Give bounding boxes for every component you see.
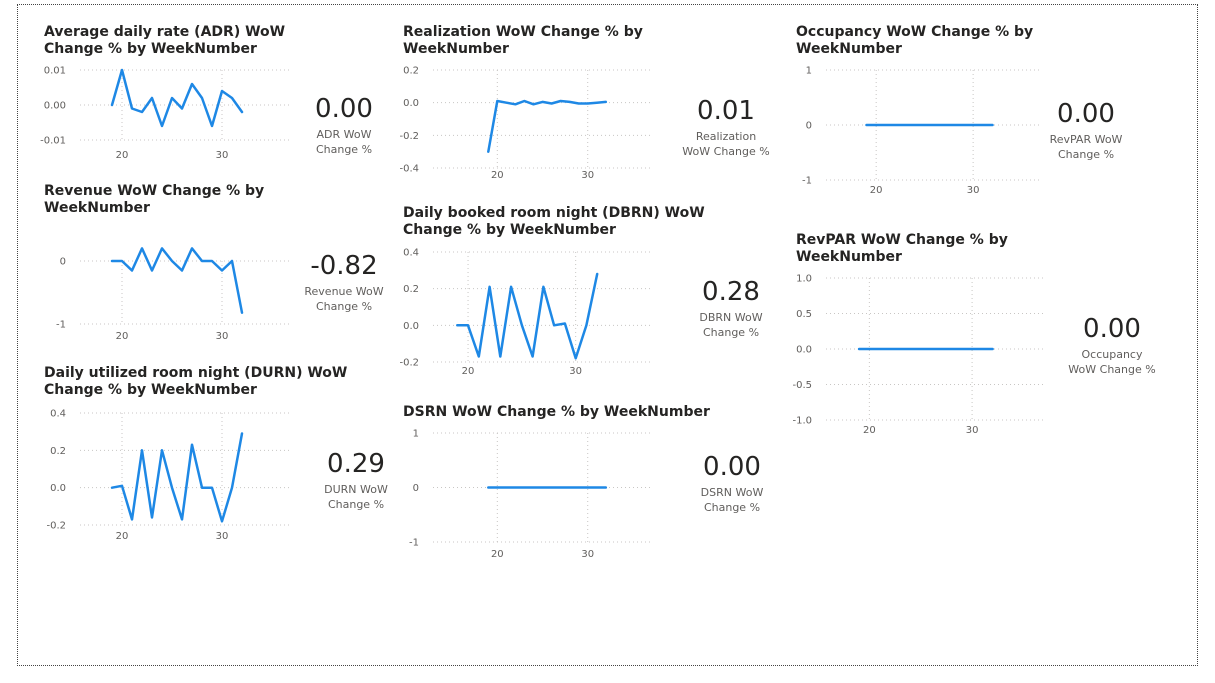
kpi-label: Revenue WoW Change %	[304, 285, 384, 313]
y-tick-label: 1.0	[796, 274, 812, 285]
dbrn-visual[interactable]: Daily booked room night (DBRN) WoW Chang…	[399, 205, 783, 385]
y-tick-label: 0.00	[44, 101, 66, 112]
y-tick-label: 0.0	[403, 98, 419, 109]
kpi-label: Occupancy WoW Change %	[1068, 348, 1156, 376]
series-line	[110, 247, 244, 314]
revpar-line-chart[interactable]: 1.0 0.5 0.0 -0.5 -1.0 20 30	[792, 274, 1046, 440]
y-tick-label: 1	[413, 429, 419, 440]
x-tick-label: 30	[569, 366, 582, 377]
y-tick-label: 0.0	[796, 345, 812, 356]
x-tick-label: 20	[863, 425, 876, 436]
kpi-value: 0.28	[702, 277, 760, 307]
adr-visual[interactable]: Average daily rate (ADR) WoW Change % by…	[40, 24, 384, 164]
kpi-value: 0.01	[697, 96, 755, 126]
revpar-visual[interactable]: RevPAR WoW Change % by WeekNumber 1.0 0.5…	[792, 232, 1176, 442]
x-tick-label: 20	[491, 549, 504, 560]
chart-title: Average daily rate (ADR) WoW Change % by…	[44, 24, 286, 57]
y-tick-label: 0.4	[403, 248, 419, 259]
y-tick-label: 0.01	[44, 66, 66, 77]
x-tick-label: 20	[116, 331, 129, 342]
kpi-value: 0.00	[1057, 99, 1115, 129]
x-tick-label: 20	[116, 150, 129, 161]
series-line	[456, 272, 599, 360]
y-tick-label: -0.2	[46, 521, 66, 532]
y-tick-label: -1.0	[792, 416, 812, 427]
kpi-label: DURN WoW Change %	[324, 483, 388, 511]
x-tick-label: 20	[491, 170, 504, 181]
y-tick-label: 0.2	[403, 284, 419, 295]
y-tick-label: -1	[56, 320, 66, 331]
y-tick-label: -0.01	[40, 136, 66, 147]
x-tick-label: 30	[216, 331, 229, 342]
y-tick-label: 0.2	[403, 66, 419, 77]
kpi-label: DBRN WoW Change %	[699, 311, 763, 339]
kpi-label: ADR WoW Change %	[315, 128, 373, 156]
y-tick-label: -0.2	[399, 358, 419, 369]
y-tick-label: -0.2	[399, 131, 419, 142]
adr-line-chart[interactable]: 0.01 0.00 -0.01 20 30	[40, 66, 294, 168]
y-tick-label: -1	[409, 538, 419, 549]
x-tick-label: 30	[966, 425, 979, 436]
chart-title: Daily utilized room night (DURN) WoW Cha…	[44, 365, 348, 398]
revenue-visual[interactable]: Revenue WoW Change % by WeekNumber 0 -1 20…	[44, 183, 384, 343]
kpi-value: 0.00	[315, 94, 373, 124]
kpi-label: RevPAR WoW Change %	[1049, 133, 1123, 161]
chart-title: Occupancy WoW Change % by WeekNumber	[796, 24, 1034, 57]
durn-line-chart[interactable]: 0.4 0.2 0.0 -0.2 20 30	[44, 409, 294, 542]
occupancy-kpi-card: 0.00 RevPAR WoW Change %	[1036, 99, 1136, 162]
chart-title: Revenue WoW Change % by WeekNumber	[44, 183, 265, 216]
realization-line-chart[interactable]: 0.2 0.0 -0.2 -0.4 20 30	[399, 66, 653, 188]
kpi-value: -0.82	[310, 251, 378, 281]
y-tick-label: 0	[806, 121, 812, 132]
y-tick-label: 1	[806, 66, 812, 77]
y-tick-label: -0.5	[792, 380, 812, 391]
y-tick-label: -1	[802, 176, 812, 187]
dsrn-visual[interactable]: DSRN WoW Change % by WeekNumber 1 0 -1 20 30…	[403, 404, 783, 564]
x-tick-label: 30	[581, 549, 594, 560]
y-tick-label: 0	[413, 483, 419, 494]
x-tick-label: 20	[870, 185, 883, 196]
y-tick-label: 0.4	[50, 409, 66, 420]
y-tick-label: -0.4	[399, 164, 419, 175]
durn-visual[interactable]: Daily utilized room night (DURN) WoW Cha…	[44, 365, 388, 545]
chart-title: Daily booked room night (DBRN) WoW Chang…	[403, 205, 705, 238]
kpi-value: 0.00	[1083, 314, 1141, 344]
x-tick-label: 30	[967, 185, 980, 196]
chart-title: DSRN WoW Change % by WeekNumber	[403, 404, 710, 420]
revpar-kpi-card: 0.00 Occupancy WoW Change %	[1062, 314, 1162, 377]
kpi-value: 0.00	[703, 452, 761, 482]
chart-title: Realization WoW Change % by WeekNumber	[403, 24, 643, 57]
dsrn-kpi-card: 0.00 DSRN WoW Change %	[682, 452, 782, 515]
dbrn-kpi-card: 0.28 DBRN WoW Change %	[681, 277, 781, 340]
chart-title: RevPAR WoW Change % by WeekNumber	[796, 232, 1008, 265]
y-tick-label: 0.0	[403, 321, 419, 332]
x-tick-label: 20	[462, 366, 475, 377]
kpi-label: DSRN WoW Change %	[700, 486, 764, 514]
dbrn-line-chart[interactable]: 0.4 0.2 0.0 -0.2 20 30	[399, 248, 653, 380]
x-tick-label: 30	[216, 531, 229, 542]
durn-kpi-card: 0.29 DURN WoW Change %	[306, 449, 406, 512]
y-tick-label: 0.0	[50, 483, 66, 494]
y-tick-label: 0.2	[50, 446, 66, 457]
occupancy-visual[interactable]: Occupancy WoW Change % by WeekNumber 1 0 -…	[796, 24, 1176, 204]
dsrn-line-chart[interactable]: 1 0 -1 20 30	[403, 429, 653, 560]
x-tick-label: 20	[116, 531, 129, 542]
revenue-line-chart[interactable]: 0 -1 20 30	[44, 247, 294, 347]
y-tick-label: 0.5	[796, 309, 812, 320]
kpi-value: 0.29	[327, 449, 385, 479]
kpi-label: Realization WoW Change %	[682, 130, 770, 158]
x-tick-label: 30	[216, 150, 229, 161]
realization-kpi-card: 0.01 Realization WoW Change %	[676, 96, 776, 159]
y-tick-label: 0	[60, 257, 66, 268]
realization-visual[interactable]: Realization WoW Change % by WeekNumber 0…	[399, 24, 783, 184]
revenue-kpi-card: -0.82 Revenue WoW Change %	[294, 251, 394, 314]
adr-kpi-card: 0.00 ADR WoW Change %	[294, 94, 394, 157]
occupancy-line-chart[interactable]: 1 0 -1 20 30	[796, 66, 1046, 198]
x-tick-label: 30	[581, 170, 594, 181]
